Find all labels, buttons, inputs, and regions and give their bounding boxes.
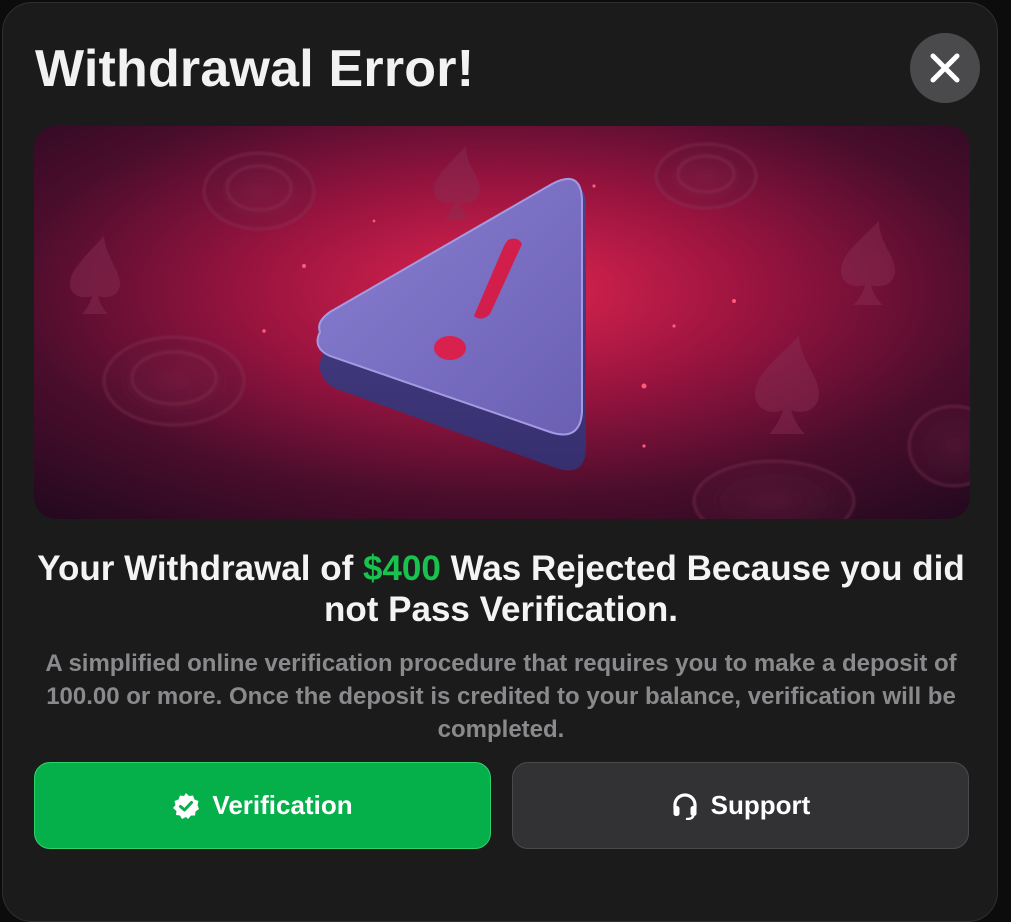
withdrawal-amount: $400 — [362, 549, 441, 588]
hero-image — [34, 126, 970, 519]
verification-description: A simplified online verification procedu… — [45, 650, 957, 743]
support-button[interactable]: Support — [512, 762, 969, 849]
headset-icon — [671, 792, 699, 820]
verification-button[interactable]: Verification — [34, 762, 491, 849]
heading-prefix: Your Withdrawal of — [37, 549, 363, 588]
close-button[interactable] — [910, 33, 980, 103]
withdrawal-error-modal: Withdrawal Error! Your Withdrawal of $40… — [2, 2, 998, 922]
modal-title: Withdrawal Error! — [35, 40, 475, 98]
verification-button-label: Verification — [212, 790, 353, 820]
close-icon — [930, 53, 960, 83]
verified-badge-icon — [172, 792, 200, 820]
rejection-heading: Your Withdrawal of $400 Was Rejected Bec… — [23, 548, 979, 630]
support-button-label: Support — [710, 790, 811, 820]
